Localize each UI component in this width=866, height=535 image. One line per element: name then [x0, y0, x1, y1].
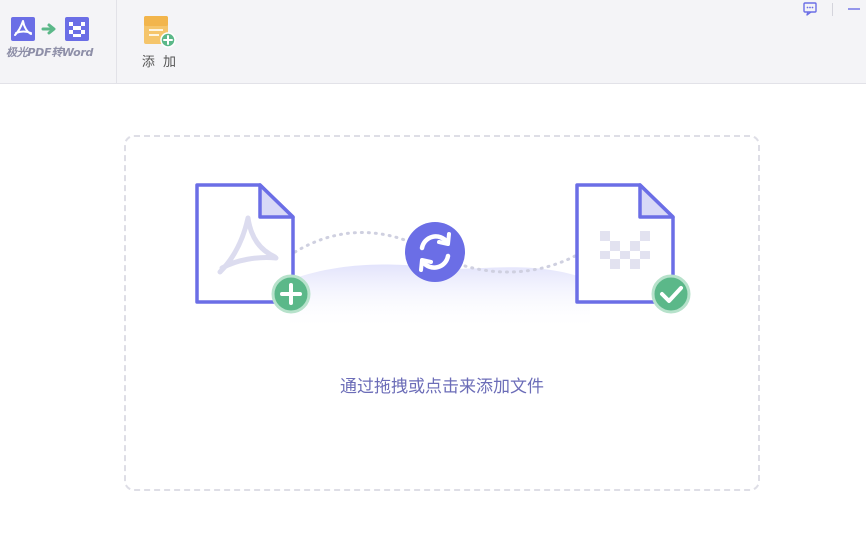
drop-zone-hint: 通过拖拽或点击来添加文件	[340, 377, 544, 397]
title-bar-divider	[832, 3, 833, 16]
minimize-icon	[848, 8, 860, 10]
toolbar: 极光PDF转Word 添 加	[0, 0, 866, 84]
add-button-label: 添 加	[141, 55, 179, 70]
conversion-illustration	[195, 183, 691, 330]
feedback-icon	[803, 2, 817, 16]
feedback-button[interactable]	[800, 0, 820, 18]
add-badge-icon	[271, 274, 311, 314]
convert-sync-icon	[405, 222, 465, 282]
add-file-button[interactable]: 添 加	[136, 13, 184, 71]
app-logo: 极光PDF转Word	[0, 0, 117, 83]
app-name: 极光PDF转Word	[6, 46, 94, 59]
pdf-to-word-logo-icon	[11, 17, 89, 41]
add-file-icon	[144, 16, 176, 48]
minimize-button[interactable]	[844, 0, 864, 18]
check-badge-icon	[651, 274, 691, 314]
